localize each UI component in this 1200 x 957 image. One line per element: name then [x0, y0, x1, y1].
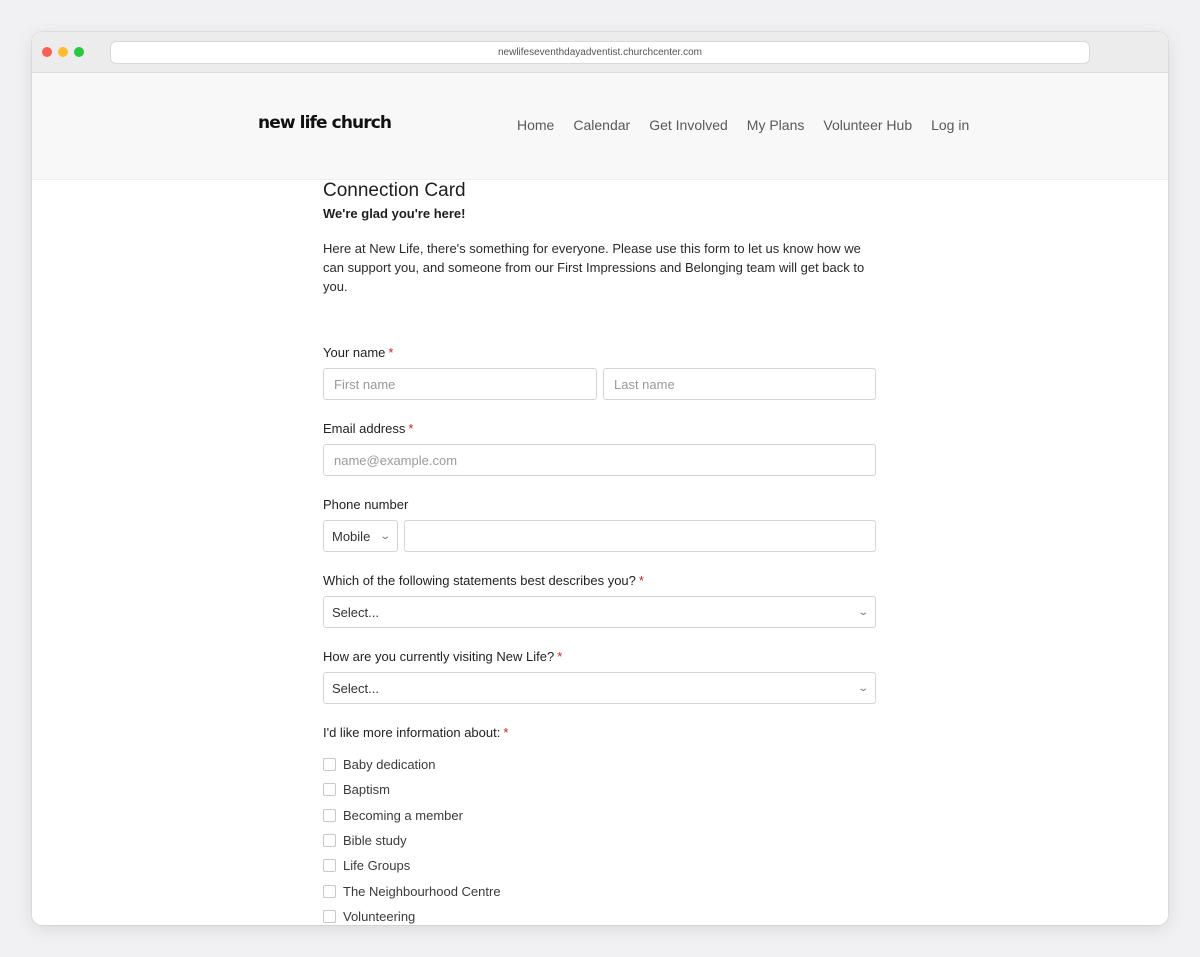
checkbox[interactable]: [323, 834, 336, 848]
checkbox-label: Life Groups: [343, 858, 411, 874]
chevron-down-icon: ⌄: [856, 606, 869, 618]
checkbox-label: Baptism: [343, 782, 390, 798]
phone-type-select[interactable]: Mobile ⌄: [323, 520, 398, 552]
checkbox-option[interactable]: The Neighbourhood Centre: [323, 878, 876, 903]
checkbox-option[interactable]: Volunteering: [323, 904, 876, 925]
info-label: I'd like more information about: *: [323, 725, 509, 740]
phone-field-group: Phone number Mobile ⌄: [323, 497, 876, 552]
checkbox[interactable]: [323, 758, 336, 772]
checkbox-label: Volunteering: [343, 908, 416, 924]
phone-label: Phone number: [323, 497, 409, 512]
url-text: newlifeseventhdayadventist.churchcenter.…: [497, 47, 702, 58]
checkbox[interactable]: [323, 783, 336, 797]
checkbox[interactable]: [323, 808, 336, 822]
checkbox-label: Baby dedication: [343, 757, 436, 773]
close-window-button[interactable]: [42, 47, 52, 57]
visiting-value: Select...: [332, 680, 379, 696]
last-name-input[interactable]: [603, 368, 876, 400]
nav-log-in[interactable]: Log in: [931, 117, 969, 133]
checkbox-option[interactable]: Becoming a member: [323, 803, 876, 828]
visiting-select[interactable]: Select... ⌄: [323, 672, 876, 704]
nav-volunteer-hub[interactable]: Volunteer Hub: [823, 117, 912, 133]
address-bar[interactable]: newlifeseventhdayadventist.churchcenter.…: [110, 41, 1090, 64]
site-header: new life church Home Calendar Get Involv…: [32, 73, 1168, 180]
nav-calendar[interactable]: Calendar: [573, 117, 630, 133]
first-name-input[interactable]: [323, 368, 597, 400]
info-field-group: I'd like more information about: * Baby d…: [323, 725, 876, 925]
minimize-window-button[interactable]: [58, 47, 68, 57]
maximize-window-button[interactable]: [74, 47, 84, 57]
email-input[interactable]: [323, 444, 876, 476]
describes-field-group: Which of the following statements best d…: [323, 573, 876, 628]
info-checkbox-list: Baby dedication Baptism Becoming a membe…: [323, 752, 876, 925]
email-label: Email address *: [323, 421, 414, 436]
checkbox-label: Becoming a member: [343, 807, 463, 823]
checkbox-label: Bible study: [343, 833, 407, 849]
visiting-label: How are you currently visiting New Life?…: [323, 649, 563, 664]
required-mark: *: [503, 725, 509, 740]
checkbox-label: The Neighbourhood Centre: [343, 883, 501, 899]
describes-label: Which of the following statements best d…: [323, 573, 644, 588]
checkbox[interactable]: [323, 909, 336, 923]
nav-get-involved[interactable]: Get Involved: [649, 117, 728, 133]
phone-type-value: Mobile: [332, 528, 371, 544]
email-field-group: Email address *: [323, 421, 876, 476]
checkbox-option[interactable]: Life Groups: [323, 853, 876, 878]
describes-value: Select...: [332, 604, 379, 620]
intro-text: Here at New Life, there's something for …: [323, 241, 865, 294]
church-logo[interactable]: new life church: [258, 113, 392, 133]
required-mark: *: [388, 345, 394, 360]
connection-card-form: Connection Card We're glad you're here! …: [323, 180, 876, 924]
required-mark: *: [557, 649, 563, 664]
required-mark: *: [638, 573, 644, 588]
required-mark: *: [408, 421, 414, 436]
browser-window: newlifeseventhdayadventist.churchcenter.…: [32, 32, 1168, 925]
nav-home[interactable]: Home: [517, 117, 554, 133]
page-title: Connection Card: [323, 180, 466, 201]
nav-my-plans[interactable]: My Plans: [747, 117, 805, 133]
describes-select[interactable]: Select... ⌄: [323, 596, 876, 628]
browser-toolbar: newlifeseventhdayadventist.churchcenter.…: [32, 32, 1168, 73]
name-label: Your name *: [323, 345, 394, 360]
visiting-field-group: How are you currently visiting New Life?…: [323, 649, 876, 704]
chevron-down-icon: ⌄: [378, 530, 391, 542]
main-nav: Home Calendar Get Involved My Plans Volu…: [517, 117, 969, 133]
phone-number-input[interactable]: [404, 520, 876, 552]
page-subtitle: We're glad you're here!: [323, 206, 466, 221]
checkbox-option[interactable]: Baptism: [323, 777, 876, 802]
checkbox[interactable]: [323, 859, 336, 873]
checkbox-option[interactable]: Bible study: [323, 828, 876, 853]
checkbox-option[interactable]: Baby dedication: [323, 752, 876, 777]
checkbox[interactable]: [323, 884, 336, 898]
chevron-down-icon: ⌄: [856, 682, 869, 694]
name-field-group: Your name *: [323, 345, 876, 400]
